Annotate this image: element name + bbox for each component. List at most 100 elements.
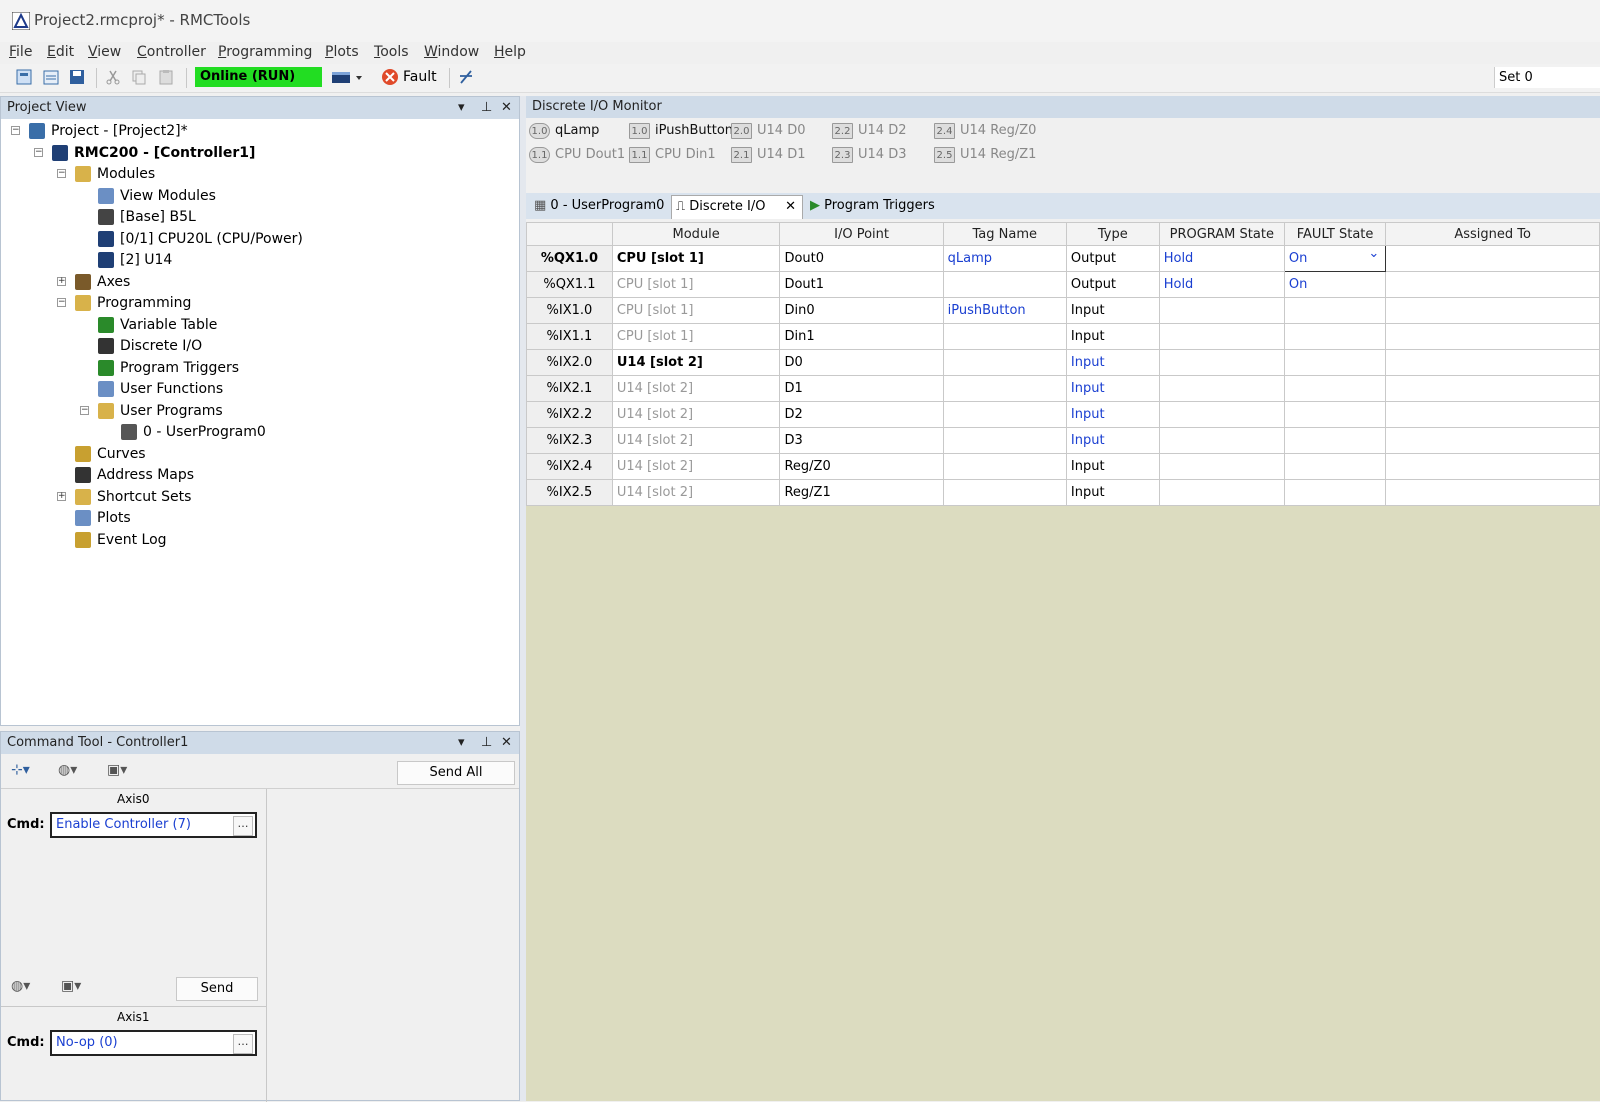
cell-fault[interactable] [1283,323,1387,350]
table-row[interactable]: %QX1.1 CPU [slot 1] Dout1 Output Hold On [526,271,1600,298]
cell-prog[interactable]: Hold [1158,271,1285,298]
cell-point[interactable]: D1 [779,375,944,402]
cell-prog[interactable] [1158,375,1285,402]
cell-prog[interactable] [1158,427,1285,454]
cell-type[interactable]: Input [1065,427,1160,454]
tree-expander[interactable]: − [80,405,89,415]
cell-tag[interactable] [942,323,1067,350]
axis1-cmd-browse-button[interactable]: … [233,1034,253,1054]
column-header[interactable]: FAULT State [1283,222,1387,246]
cell-assigned[interactable] [1385,375,1600,402]
menu-help[interactable]: Help [494,44,526,60]
menu-file[interactable]: File [9,44,32,60]
panel-menu-icon[interactable]: ▾ [458,732,465,754]
controller-dropdown-icon[interactable] [330,68,366,86]
table-row[interactable]: %IX2.0 U14 [slot 2] D0 Input [526,349,1600,376]
column-header[interactable]: Assigned To [1385,222,1600,246]
cell-module[interactable]: U14 [slot 2] [611,479,781,506]
cell-module[interactable]: CPU [slot 1] [611,323,781,350]
cell-type[interactable]: Input [1065,401,1160,428]
menu-view[interactable]: View [88,44,121,60]
cell-fault[interactable]: On ⌄ [1283,245,1387,272]
online-status[interactable]: Online (RUN) [195,67,322,87]
save-icon[interactable] [68,68,86,86]
cell-assigned[interactable] [1385,453,1600,480]
cell-prog[interactable] [1158,349,1285,376]
tab-discrete-io[interactable]: ⎍ Discrete I/O ✕ [671,195,803,219]
menu-edit[interactable]: Edit [47,44,74,60]
cell-assigned[interactable] [1385,245,1600,272]
cell-point[interactable]: Reg/Z1 [779,479,944,506]
tree-expander[interactable]: − [57,298,66,307]
menu-programming[interactable]: Programming [218,44,312,60]
send-button[interactable]: Send [176,977,258,1001]
cell-assigned[interactable] [1385,323,1600,350]
fault-icon[interactable] [381,68,399,86]
chevron-down-icon[interactable]: ⌄ [1368,246,1379,261]
cell-fault[interactable]: On [1283,271,1387,298]
table-row[interactable]: %IX2.1 U14 [slot 2] D1 Input [526,375,1600,402]
cell-type[interactable]: Output [1065,245,1160,272]
cell-fault[interactable] [1283,297,1387,324]
axis1-cmd-input[interactable]: No-op (0) … [50,1030,257,1056]
cell-type[interactable]: Output [1065,271,1160,298]
cell-module[interactable]: CPU [slot 1] [611,297,781,324]
send-all-button[interactable]: Send All [397,761,515,785]
cell-type[interactable]: Input [1065,297,1160,324]
cell-fault[interactable] [1283,479,1387,506]
cell-tag[interactable] [942,427,1067,454]
column-header[interactable] [526,222,613,246]
cell-point[interactable]: Din1 [779,323,944,350]
command-tool-icon[interactable] [457,68,475,86]
new-project-icon[interactable] [15,68,33,86]
close-icon[interactable]: ✕ [501,97,512,119]
cell-tag[interactable] [942,401,1067,428]
tab-close-icon[interactable]: ✕ [785,196,796,218]
cell-module[interactable]: CPU [slot 1] [611,271,781,298]
cell-type[interactable]: Input [1065,323,1160,350]
cell-tag[interactable] [942,453,1067,480]
tab-program-triggers[interactable]: ▶ Program Triggers [806,195,946,219]
cell-tag[interactable]: qLamp [942,245,1067,272]
cell-tag[interactable] [942,349,1067,376]
table-row[interactable]: %IX2.5 U14 [slot 2] Reg/Z1 Input [526,479,1600,506]
cell-point[interactable]: D3 [779,427,944,454]
cell-fault[interactable] [1283,427,1387,454]
axis-selector-icon[interactable]: ◍▾ [11,978,30,994]
cell-point[interactable]: D2 [779,401,944,428]
cell-prog[interactable]: Hold [1158,245,1285,272]
open-project-icon[interactable] [42,68,60,86]
cell-assigned[interactable] [1385,349,1600,376]
table-row[interactable]: %IX1.0 CPU [slot 1] Din0 iPushButton Input [526,297,1600,324]
cell-module[interactable]: U14 [slot 2] [611,453,781,480]
panel-menu-icon[interactable]: ▾ [458,97,465,119]
menu-window[interactable]: Window [424,44,479,60]
cell-point[interactable]: D0 [779,349,944,376]
tree-expander[interactable]: − [11,126,20,135]
column-header[interactable]: Type [1065,222,1160,246]
cell-assigned[interactable] [1385,297,1600,324]
cell-point[interactable]: Dout0 [779,245,944,272]
cell-tag[interactable] [942,375,1067,402]
close-icon[interactable]: ✕ [501,732,512,754]
cell-prog[interactable] [1158,297,1285,324]
table-row[interactable]: %IX2.2 U14 [slot 2] D2 Input [526,401,1600,428]
cell-prog[interactable] [1158,401,1285,428]
cell-type[interactable]: Input [1065,349,1160,376]
table-row[interactable]: %QX1.0 CPU [slot 1] Dout0 qLamp Output Hold On… [526,245,1600,272]
cell-module[interactable]: U14 [slot 2] [611,375,781,402]
cell-fault[interactable] [1283,349,1387,376]
tree-expander[interactable]: − [34,147,43,157]
column-header[interactable]: Module [611,222,781,246]
cell-tag[interactable] [942,271,1067,298]
axis0-cmd-input[interactable]: Enable Controller (7) … [50,812,257,838]
cell-fault[interactable] [1283,401,1387,428]
table-row[interactable]: %IX2.3 U14 [slot 2] D3 Input [526,427,1600,454]
column-header[interactable]: I/O Point [779,222,944,246]
cell-fault[interactable] [1283,453,1387,480]
cell-assigned[interactable] [1385,427,1600,454]
menu-controller[interactable]: Controller [137,44,206,60]
cut-icon[interactable] [104,68,122,86]
fault-label[interactable]: Fault [403,69,437,85]
menu-plots[interactable]: Plots [325,44,359,60]
